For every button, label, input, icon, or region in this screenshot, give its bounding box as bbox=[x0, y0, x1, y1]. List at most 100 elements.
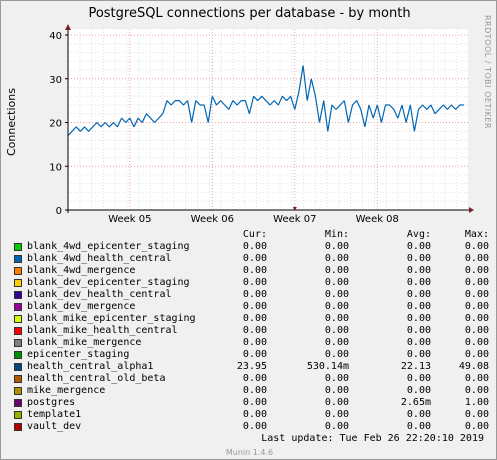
legend-value-cur: 0.00 bbox=[242, 421, 267, 432]
legend-swatch bbox=[14, 291, 22, 299]
legend-value-max: 49.08 bbox=[458, 361, 489, 372]
legend-row: health_central_alpha1 23.95 530.14m 22.13 49… bbox=[13, 361, 489, 373]
legend-value-cur: 0.00 bbox=[242, 289, 267, 300]
legend-value-min: 0.00 bbox=[324, 265, 349, 276]
legend-value-cur: 0.00 bbox=[242, 241, 267, 252]
legend-series-name: blank_4wd_health_central bbox=[27, 253, 172, 264]
legend-swatch bbox=[14, 339, 22, 347]
legend-swatch bbox=[14, 255, 22, 263]
y-tick-label: 0 bbox=[56, 206, 62, 217]
legend-series-name: blank_mike_epicenter_staging bbox=[27, 313, 196, 324]
legend-series-name: blank_dev_health_central bbox=[27, 289, 172, 300]
legend-value-cur: 23.95 bbox=[236, 361, 267, 372]
legend-value-avg: 0.00 bbox=[406, 277, 431, 288]
legend-value-min: 0.00 bbox=[324, 253, 349, 264]
legend-swatch bbox=[14, 327, 22, 335]
legend-value-min: 0.00 bbox=[324, 421, 349, 432]
legend-value-min: 0.00 bbox=[324, 349, 349, 360]
legend-value-min: 530.14m bbox=[306, 361, 349, 372]
legend-value-max: 0.00 bbox=[464, 325, 489, 336]
legend-value-avg: 0.00 bbox=[406, 241, 431, 252]
legend-value-cur: 0.00 bbox=[242, 277, 267, 288]
legend-value-cur: 0.00 bbox=[242, 349, 267, 360]
legend-row: blank_4wd_health_central 0.00 0.00 0.00 0.00 bbox=[13, 253, 489, 265]
legend-value-max: 0.00 bbox=[464, 349, 489, 360]
legend-value-avg: 0.00 bbox=[406, 289, 431, 300]
legend-value-cur: 0.00 bbox=[242, 337, 267, 348]
legend-series-name: blank_dev_epicenter_staging bbox=[27, 277, 190, 288]
legend-series-name: blank_mike_health_central bbox=[27, 325, 178, 336]
legend-row: mike_mergence 0.00 0.00 0.00 0.00 bbox=[13, 385, 489, 397]
legend-series-name: template1 bbox=[27, 409, 82, 420]
legend-value-cur: 0.00 bbox=[242, 313, 267, 324]
legend-value-cur: 0.00 bbox=[242, 373, 267, 384]
legend-row: postgres 0.00 0.00 2.65m 1.00 bbox=[13, 397, 489, 409]
legend-value-avg: 0.00 bbox=[406, 313, 431, 324]
legend-value-avg: 0.00 bbox=[406, 253, 431, 264]
legend-swatch bbox=[14, 351, 22, 359]
legend-header-min: Min: bbox=[324, 229, 349, 240]
legend-value-min: 0.00 bbox=[324, 289, 349, 300]
legend-series-name: health_central_old_beta bbox=[27, 373, 166, 384]
legend-swatch bbox=[14, 243, 22, 251]
legend-value-max: 0.00 bbox=[464, 337, 489, 348]
legend-row: blank_dev_health_central 0.00 0.00 0.00 0.00 bbox=[13, 289, 489, 301]
y-tick-label: 30 bbox=[49, 75, 62, 86]
legend-value-min: 0.00 bbox=[324, 397, 349, 408]
legend-series-name: vault_dev bbox=[27, 421, 82, 432]
legend-value-avg: 2.65m bbox=[400, 397, 431, 408]
x-tick-label: Week 08 bbox=[356, 214, 399, 225]
legend-row: blank_mike_mergence 0.00 0.00 0.00 0.00 bbox=[13, 337, 489, 349]
legend-value-avg: 0.00 bbox=[406, 373, 431, 384]
y-tick-label: 20 bbox=[49, 119, 62, 130]
legend-row: vault_dev 0.00 0.00 0.00 0.00 bbox=[13, 421, 489, 433]
x-tick-label: Week 06 bbox=[191, 214, 234, 225]
y-axis-arrow bbox=[65, 24, 71, 30]
legend-swatch bbox=[14, 315, 22, 323]
legend-swatch bbox=[14, 363, 22, 371]
legend-value-min: 0.00 bbox=[324, 373, 349, 384]
legend-value-cur: 0.00 bbox=[242, 397, 267, 408]
legend-value-min: 0.00 bbox=[324, 277, 349, 288]
legend-swatch bbox=[14, 303, 22, 311]
legend-swatch bbox=[14, 423, 22, 431]
munin-version: Munin 1.4.6 bbox=[225, 448, 274, 457]
legend-value-max: 0.00 bbox=[464, 385, 489, 396]
legend-value-max: 0.00 bbox=[464, 301, 489, 312]
legend-row: blank_4wd_mergence 0.00 0.00 0.00 0.00 bbox=[13, 265, 489, 277]
legend-series-name: blank_4wd_epicenter_staging bbox=[27, 241, 190, 252]
legend-value-max: 0.00 bbox=[464, 241, 489, 252]
legend-value-min: 0.00 bbox=[324, 385, 349, 396]
legend-value-cur: 0.00 bbox=[242, 301, 267, 312]
x-axis-arrow bbox=[469, 207, 474, 213]
legend-series-name: health_central_alpha1 bbox=[27, 361, 154, 372]
legend-series-name: epicenter_staging bbox=[27, 349, 130, 360]
x-tick-label: Week 07 bbox=[273, 214, 316, 225]
legend-row: blank_mike_health_central 0.00 0.00 0.00 0.0… bbox=[13, 325, 489, 337]
legend-value-cur: 0.00 bbox=[242, 385, 267, 396]
legend-value-avg: 0.00 bbox=[406, 385, 431, 396]
munin-graph: PostgreSQL connections per database - by… bbox=[0, 0, 497, 460]
legend-value-max: 0.00 bbox=[464, 313, 489, 324]
legend-header-max: Max: bbox=[464, 229, 489, 240]
legend-value-max: 0.00 bbox=[464, 289, 489, 300]
legend-row: blank_dev_mergence 0.00 0.00 0.00 0.00 bbox=[13, 301, 489, 313]
legend-value-avg: 0.00 bbox=[406, 337, 431, 348]
legend-value-min: 0.00 bbox=[324, 325, 349, 336]
legend-value-avg: 0.00 bbox=[406, 421, 431, 432]
legend-header-avg: Avg: bbox=[406, 229, 431, 240]
legend-value-max: 0.00 bbox=[464, 373, 489, 384]
legend-swatch bbox=[14, 411, 22, 419]
chart-plot: 0 10 20 30 40 Week 05 Week 06 Week 07 Week 08 bbox=[49, 24, 474, 225]
legend-value-avg: 0.00 bbox=[406, 301, 431, 312]
legend-swatch bbox=[14, 399, 22, 407]
legend-row: epicenter_staging 0.00 0.00 0.00 0.00 bbox=[13, 349, 489, 361]
legend-row: blank_dev_epicenter_staging 0.00 0.00 0.00 0… bbox=[13, 277, 489, 289]
legend-series-name: blank_dev_mergence bbox=[27, 301, 136, 312]
y-tick-label: 10 bbox=[49, 162, 62, 173]
legend-value-min: 0.00 bbox=[324, 337, 349, 348]
legend-value-avg: 22.13 bbox=[400, 361, 431, 372]
legend-value-avg: 0.00 bbox=[406, 265, 431, 276]
legend-value-cur: 0.00 bbox=[242, 409, 267, 420]
x-tick-label: Week 05 bbox=[108, 214, 151, 225]
